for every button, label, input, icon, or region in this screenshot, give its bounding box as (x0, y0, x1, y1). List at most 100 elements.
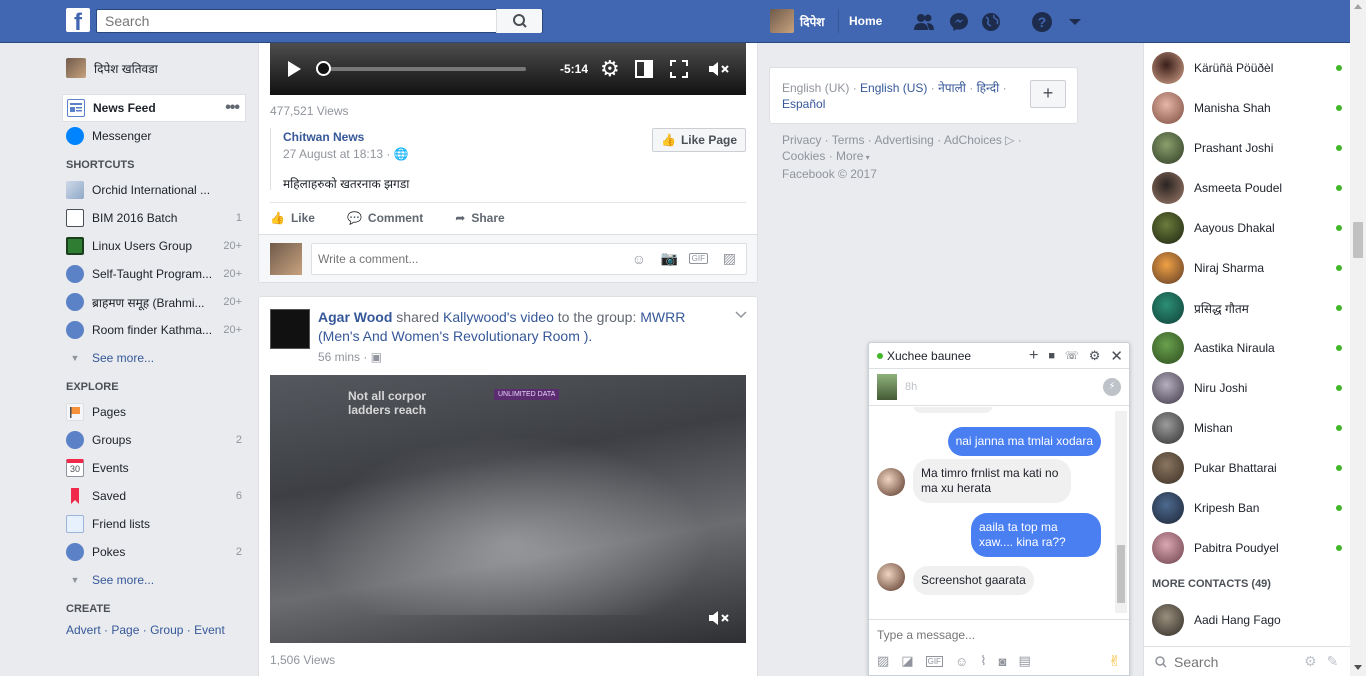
friend-requests-icon[interactable] (913, 11, 935, 33)
contact-item[interactable]: Niru Joshi (1152, 368, 1342, 408)
contact-item[interactable]: Pabitra Poudyel (1152, 528, 1342, 568)
contact-item[interactable]: Kärüñä Pöüðèl (1152, 48, 1342, 88)
sidebar-item-shortcut[interactable]: Linux Users Group 20+ (62, 232, 246, 260)
facebook-logo-icon[interactable]: f (66, 8, 90, 32)
add-people-plus-icon[interactable]: + (1029, 347, 1038, 365)
more-options-icon[interactable]: ••• (225, 99, 245, 117)
contact-item[interactable]: प्रसिद्ध गौतम (1152, 288, 1342, 328)
advertising-link[interactable]: Advertising (874, 133, 933, 147)
search-box[interactable] (96, 9, 543, 33)
more-languages-plus-icon[interactable]: + (1030, 80, 1066, 108)
share-button[interactable]: ➦ Share (455, 211, 504, 225)
contact-item[interactable]: Asmeeta Poudel (1152, 168, 1342, 208)
shared-video[interactable]: Not all corpor ladders reach UNLIMITED DA… (270, 375, 746, 643)
search-input[interactable] (97, 10, 497, 32)
sidebar-item-pokes[interactable]: Pokes 2 (62, 538, 246, 566)
sticker-icon[interactable]: ◪ (901, 653, 913, 669)
window-mode-icon[interactable] (634, 59, 654, 79)
sidebar-item-groups[interactable]: Groups 2 (62, 426, 246, 454)
adchoices-link[interactable]: AdChoices (944, 133, 1002, 147)
new-message-icon[interactable]: ✎ (1327, 653, 1339, 670)
play-icon[interactable] (286, 60, 302, 78)
contact-item[interactable]: Manisha Shah (1152, 88, 1342, 128)
more-link[interactable]: More (836, 149, 863, 163)
chat-scrollbar[interactable] (1115, 411, 1127, 613)
comment-input[interactable] (312, 244, 612, 274)
camera-icon[interactable]: ◙ (999, 654, 1007, 669)
sticker-icon[interactable]: ▨ (723, 250, 736, 267)
author-link[interactable]: Agar Wood (318, 309, 392, 325)
gif-icon[interactable]: GIF (688, 253, 708, 264)
video-progress-bar[interactable] (316, 61, 526, 76)
emoji-icon[interactable]: ☺ (955, 654, 968, 669)
sidebar-item-pages[interactable]: Pages (62, 398, 246, 426)
phone-call-icon[interactable]: ☏ (1065, 349, 1079, 362)
language-link[interactable]: नेपाली (938, 81, 966, 95)
search-button[interactable] (496, 9, 542, 33)
settings-gear-icon[interactable]: ⚙ (600, 56, 620, 82)
wave-hand-icon[interactable]: ✌ (1108, 652, 1121, 670)
create-event-link[interactable]: Event (194, 623, 225, 637)
contact-item[interactable]: Aayous Dhakal (1152, 208, 1342, 248)
chat-settings-gear-icon[interactable]: ⚙ (1304, 653, 1317, 670)
create-advert-link[interactable]: Advert (66, 623, 101, 637)
globe-icon[interactable] (980, 11, 1002, 33)
contact-item[interactable]: Mishan (1152, 408, 1342, 448)
cookies-link[interactable]: Cookies (782, 149, 825, 163)
privacy-link[interactable]: Privacy (782, 133, 821, 147)
post-date[interactable]: 27 August at 18:13 · (283, 147, 394, 161)
create-group-link[interactable]: Group (150, 623, 183, 637)
chat-contact-name[interactable]: Xuchee baunee (887, 349, 1029, 363)
contact-item[interactable]: Pukar Bhattarai (1152, 448, 1342, 488)
attachment-icon[interactable]: ⌇ (980, 653, 986, 669)
message-input[interactable] (877, 628, 1117, 642)
contact-item[interactable]: Aastika Niraula (1152, 328, 1342, 368)
sidebar-item-shortcut[interactable]: ब्राहमण समूह (Brahmi... 20+ (62, 288, 246, 316)
sidebar-item-shortcut[interactable]: Room finder Kathma... 20+ (62, 316, 246, 344)
photo-icon[interactable]: ▨ (877, 653, 889, 669)
scroll-up-arrow-icon[interactable] (1354, 4, 1362, 9)
language-link[interactable]: English (US) (860, 81, 927, 95)
source-suffix[interactable]: 's video (507, 309, 554, 325)
sidebar-item-profile[interactable]: दिपेश खतिवडा (62, 52, 246, 84)
help-icon[interactable]: ? (1031, 11, 1053, 33)
like-page-button[interactable]: 👍 Like Page (652, 128, 746, 152)
comment-button[interactable]: 💬 Comment (347, 211, 423, 225)
contact-item[interactable]: Niraj Sharma (1152, 248, 1342, 288)
contact-item[interactable]: Kripesh Ban (1152, 488, 1342, 528)
mute-icon[interactable] (708, 609, 730, 627)
contact-item[interactable]: Aadi Hang Fago (1152, 600, 1342, 640)
comment-box[interactable]: ☺ 📷 GIF ▨ (311, 243, 747, 275)
post-time[interactable]: 56 mins · (318, 350, 371, 364)
see-more-explore[interactable]: ▼ See more... (62, 566, 246, 594)
messenger-icon[interactable]: ⚡ (1103, 378, 1121, 396)
chat-search-input[interactable] (1174, 653, 1294, 670)
language-link[interactable]: Español (782, 97, 825, 111)
see-more-shortcuts[interactable]: ▼ See more... (62, 344, 246, 372)
sidebar-item-shortcut[interactable]: Orchid International ... (62, 176, 246, 204)
post-menu-chevron-down-icon[interactable] (735, 311, 747, 319)
group-dream-avatar[interactable] (270, 309, 310, 349)
gif-icon[interactable]: GIF (925, 655, 943, 667)
video-call-icon[interactable]: ■ (1048, 350, 1055, 362)
sidebar-item-messenger[interactable]: Messenger (62, 122, 246, 150)
sidebar-item-friend-lists[interactable]: Friend lists (62, 510, 246, 538)
video-player[interactable]: -5:14 ⚙ (270, 43, 746, 95)
sidebar-item-shortcut[interactable]: BIM 2016 Batch 1 (62, 204, 246, 232)
progress-handle[interactable] (316, 61, 331, 76)
profile-link[interactable]: दिपेश (770, 9, 824, 33)
group-link-end[interactable]: ). (584, 328, 593, 344)
messenger-icon[interactable] (948, 11, 970, 33)
account-menu-chevron-down-icon[interactable] (1064, 11, 1086, 33)
camera-icon[interactable]: 📷 (661, 250, 678, 267)
chat-settings-gear-icon[interactable]: ⚙ (1089, 348, 1101, 364)
close-icon[interactable]: ✕ (1110, 347, 1123, 365)
calendar-icon[interactable]: ▤ (1018, 653, 1030, 669)
chat-header[interactable]: Xuchee baunee + ■ ☏ ⚙ ✕ (869, 343, 1129, 369)
scroll-thumb[interactable] (1353, 222, 1363, 258)
sidebar-item-news-feed[interactable]: News Feed ••• (62, 94, 246, 122)
source-link[interactable]: Kallywood (443, 309, 507, 325)
sidebar-item-events[interactable]: 30 Events (62, 454, 246, 482)
page-scrollbar[interactable] (1350, 0, 1366, 676)
create-page-link[interactable]: Page (111, 623, 139, 637)
